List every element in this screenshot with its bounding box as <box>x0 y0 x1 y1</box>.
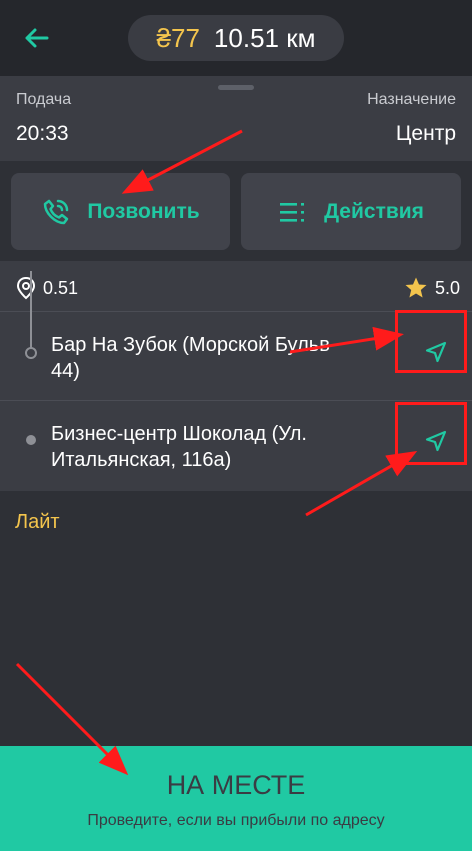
tariff-label: Лайт <box>15 511 60 533</box>
route-stop-address: Бар На Зубок (Морской Бульв 44) <box>51 334 330 382</box>
star-icon <box>405 277 427 298</box>
top-bar: ₴77 10.51 км <box>0 0 472 76</box>
destination-value: Центр <box>395 122 456 145</box>
annotation-highlight-box <box>395 310 467 373</box>
arrow-left-icon <box>25 28 49 48</box>
rating-stat: 5.0 <box>404 276 460 300</box>
call-button-label: Позвонить <box>87 199 200 223</box>
destination-label: Назначение <box>367 91 456 108</box>
pickup-label: Подача <box>16 91 72 108</box>
list-icon <box>280 202 305 222</box>
trip-distance: 10.51 км <box>213 22 316 53</box>
distance-stat: 0.51 <box>16 276 78 300</box>
distance-to-client: 0.51 <box>43 277 79 298</box>
sheet-drag-handle[interactable] <box>218 85 254 90</box>
order-details-area: Лайт <box>0 491 472 746</box>
stats-row: 0.51 5.0 <box>0 265 472 311</box>
back-button[interactable] <box>14 18 58 58</box>
location-pin-icon <box>16 276 36 300</box>
trip-price: ₴77 <box>156 22 200 53</box>
call-button[interactable]: Позвонить <box>11 173 230 250</box>
route-connector-line <box>30 271 32 359</box>
arrived-hint: Проведите, если вы прибыли по адресу <box>87 812 385 829</box>
annotation-highlight-box <box>395 402 467 465</box>
route-end-dot <box>26 435 36 445</box>
actions-row: Позвонить Действия <box>0 161 472 261</box>
rating-value: 5.0 <box>434 277 460 298</box>
arrived-title: НА МЕСТЕ <box>166 770 306 800</box>
actions-button-label: Действия <box>324 199 424 223</box>
arrived-swipe-button[interactable]: НА МЕСТЕ Проведите, если вы прибыли по а… <box>0 746 472 851</box>
pickup-time: 20:33 <box>16 122 69 145</box>
route-start-dot <box>25 347 37 359</box>
phone-icon <box>44 199 69 224</box>
actions-button[interactable]: Действия <box>241 173 461 250</box>
route-stop-address: Бизнес-центр Шоколад (Ул. Итальянская, 1… <box>51 423 307 471</box>
trip-summary-pill: ₴77 10.51 км <box>128 15 344 61</box>
